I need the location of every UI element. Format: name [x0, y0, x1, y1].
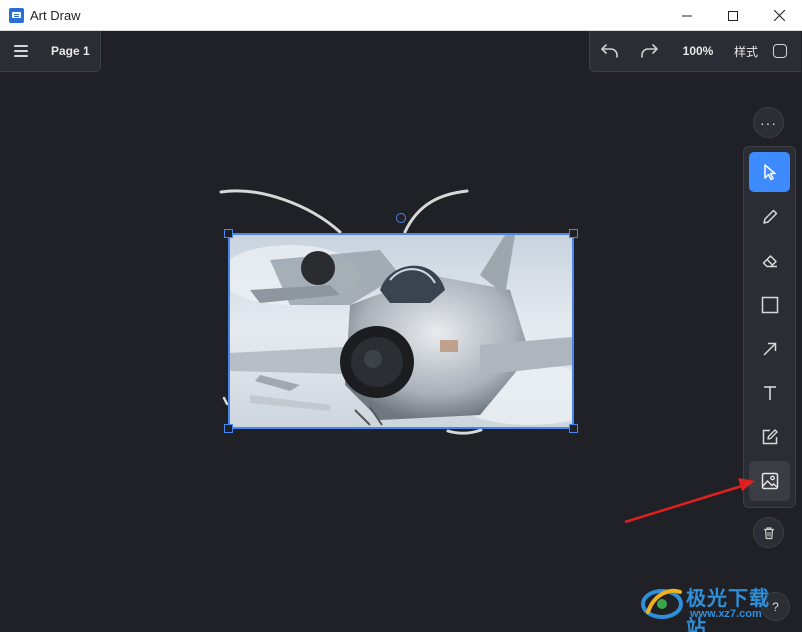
pencil-icon [762, 209, 777, 224]
tool-rectangle[interactable] [749, 285, 790, 325]
style-swatch-button[interactable] [773, 44, 787, 58]
page-panel: Page 1 [0, 31, 101, 72]
zoom-level[interactable]: 100% [678, 41, 718, 61]
resize-handle-bottom-right[interactable] [569, 424, 578, 433]
watermark-logo-icon [641, 588, 683, 619]
hamburger-icon[interactable] [14, 45, 28, 57]
tool-note[interactable] [749, 417, 790, 457]
tool-select[interactable] [749, 152, 790, 192]
window-title-bar: Art Draw [0, 0, 802, 31]
resize-handle-top-right[interactable] [569, 229, 578, 238]
maximize-button[interactable] [710, 0, 756, 31]
image-icon [761, 472, 778, 490]
app-logo-icon [9, 8, 24, 23]
tool-panel [743, 146, 796, 508]
style-label[interactable]: 样式 [732, 41, 760, 61]
watermark-text: 极光下载站 [686, 586, 770, 632]
trash-icon [763, 526, 774, 539]
redo-icon [641, 44, 658, 58]
tool-eraser[interactable] [749, 241, 790, 281]
edit-note-icon [762, 429, 778, 445]
more-options-button[interactable]: ··· [753, 107, 784, 138]
undo-button[interactable] [600, 41, 620, 61]
redo-button[interactable] [639, 41, 659, 61]
tool-image[interactable] [749, 461, 790, 501]
rotate-handle[interactable] [396, 213, 406, 223]
watermark: 极光下载站 www.xz7.com [640, 578, 790, 632]
arrow-icon [762, 342, 776, 356]
window-title: Art Draw [30, 8, 81, 23]
resize-handle-bottom-left[interactable] [224, 424, 233, 433]
tool-arrow[interactable] [749, 329, 790, 369]
rectangle-icon [761, 296, 778, 314]
page-label[interactable]: Page 1 [51, 44, 90, 58]
canvas-image[interactable] [228, 233, 574, 429]
resize-handle-top-left[interactable] [224, 229, 233, 238]
close-icon [773, 10, 785, 21]
text-icon [763, 386, 776, 400]
delete-button[interactable] [753, 517, 784, 548]
cursor-icon [763, 164, 776, 181]
minimize-button[interactable] [664, 0, 710, 31]
tool-pencil[interactable] [749, 197, 790, 237]
close-button[interactable] [756, 0, 802, 31]
watermark-url: www.xz7.com [690, 608, 762, 620]
undo-icon [601, 44, 618, 58]
top-toolbar: 100% 样式 [589, 31, 801, 72]
tool-text[interactable] [749, 373, 790, 413]
eraser-icon [762, 255, 777, 268]
minimize-icon [682, 15, 692, 16]
fighter-jet-image [230, 235, 572, 427]
maximize-icon [728, 10, 738, 21]
